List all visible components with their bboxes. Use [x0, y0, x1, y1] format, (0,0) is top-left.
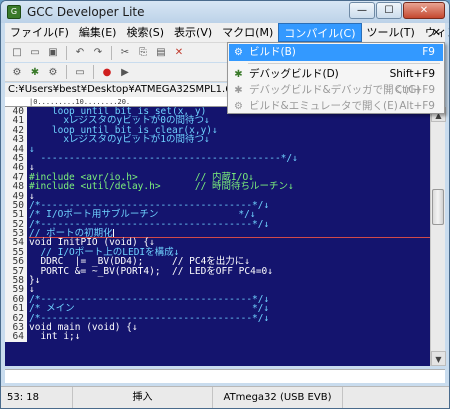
bug-icon: ✱ [234, 69, 243, 80]
play-icon[interactable]: ▶ [117, 65, 133, 80]
window-title: GCC Developer Lite [27, 5, 145, 19]
settings-icon[interactable]: ⚙ [45, 65, 61, 80]
window-controls: — ☐ ✕ [349, 2, 445, 19]
redo-icon[interactable]: ↷ [90, 45, 106, 60]
gear-icon: ⚙ [234, 101, 243, 112]
line-number: 64 [5, 332, 27, 342]
code-text: PORTC &= ~_BV(PORT4); // LEDをOFF PC4=0↓ [29, 265, 273, 277]
title-bar[interactable]: G GCC Developer Lite — ☐ ✕ [1, 1, 449, 23]
code-line[interactable]: 43 xレジスタのyビットが1の間待つ↓ [5, 134, 430, 146]
menu-item-label: ビルド&エミュレータで開く(E) [249, 100, 398, 112]
document-close-icon[interactable]: ✕ [432, 26, 441, 39]
new-file-icon[interactable]: □ [9, 45, 25, 60]
code-editor[interactable]: 40 loop_until_bit_is_set(x, y) 41 xレジスタのy… [5, 107, 430, 366]
menu-compile[interactable]: コンパイル(C) [278, 23, 362, 42]
toolbar-separator [66, 65, 67, 79]
compile-menu: ⚙ ビルド(B) F9 ✱ デバッグビルド(D) Shift+F9 ✱ デバッグ… [227, 42, 445, 114]
menu-item-shortcut: Ctrl+F9 [394, 84, 435, 96]
menu-item-build[interactable]: ⚙ ビルド(B) F9 [229, 44, 443, 61]
toolbar-separator [93, 65, 94, 79]
app-icon: G [7, 5, 21, 19]
open-folder-icon[interactable]: ▭ [27, 45, 43, 60]
menu-separator [248, 63, 440, 64]
maximize-button[interactable]: ☐ [376, 2, 402, 19]
code-text: int i;↓ [29, 331, 81, 343]
code-text: #include <util/delay.h> // 時間待ちルーチン↓ [29, 181, 294, 193]
code-line[interactable]: 58}↓ [5, 276, 430, 285]
bug-icon: ✱ [234, 85, 243, 96]
menu-item-debug-build-open: ✱ デバッグビルド&デバッガで開く(G) Ctrl+F9 [229, 82, 443, 99]
code-line[interactable]: 64 int i;↓ [5, 331, 430, 343]
gear-icon: ⚙ [234, 47, 243, 58]
target-device: ATmega32 (USB EVB) [213, 387, 343, 408]
menu-macro[interactable]: マクロ(M) [217, 23, 278, 42]
code-line[interactable]: 57 PORTC &= ~_BV(PORT4); // LEDをOFF PC4=… [5, 265, 430, 277]
copy-icon[interactable]: ⎘ [135, 45, 151, 60]
app-window: G GCC Developer Lite — ☐ ✕ ファイル(F) 編集(E)… [0, 0, 450, 409]
gear-icon[interactable]: ⚙ [9, 65, 25, 80]
chip-icon[interactable]: ▭ [72, 65, 88, 80]
undo-icon[interactable]: ↶ [72, 45, 88, 60]
record-icon[interactable]: ● [99, 65, 115, 80]
menu-tools[interactable]: ツール(T) [362, 23, 420, 42]
menu-search[interactable]: 検索(S) [121, 23, 169, 42]
menu-item-shortcut: Alt+F9 [399, 100, 435, 112]
scroll-down-icon[interactable]: ▼ [431, 351, 446, 366]
code-line[interactable]: 48 #include <util/delay.h> // 時間待ちルーチン↓ [5, 181, 430, 193]
save-icon[interactable]: ▣ [45, 45, 61, 60]
paste-icon[interactable]: ▤ [153, 45, 169, 60]
menu-item-shortcut: Shift+F9 [389, 68, 435, 80]
code-text: ----------------------------------------… [29, 152, 298, 164]
bug-icon[interactable]: ✱ [27, 65, 43, 80]
cut-icon[interactable]: ✂ [117, 45, 133, 60]
menu-file[interactable]: ファイル(F) [5, 23, 74, 42]
vertical-scrollbar[interactable]: ▲ ▼ [430, 107, 446, 366]
menu-item-shortcut: F9 [422, 46, 435, 58]
status-bar: 53: 18 挿入 ATmega32 (USB EVB) [1, 386, 449, 408]
code-line[interactable]: 45 -------------------------------------… [5, 152, 430, 164]
menu-edit[interactable]: 編集(E) [74, 23, 122, 42]
menu-item-label: ビルド(B) [249, 46, 296, 58]
code-text: xレジスタのyビットが1の間待つ↓ [29, 134, 210, 146]
minimize-button[interactable]: — [349, 2, 375, 19]
output-pane[interactable] [5, 369, 445, 383]
insert-mode: 挿入 [73, 387, 213, 408]
cursor-position: 53: 18 [1, 387, 73, 408]
delete-icon[interactable]: ✕ [171, 45, 187, 60]
menu-item-label: デバッグビルド(D) [249, 68, 339, 80]
toolbar-separator [66, 45, 67, 60]
menu-item-build-emulator: ⚙ ビルド&エミュレータで開く(E) Alt+F9 [229, 98, 443, 115]
scroll-thumb[interactable] [432, 189, 444, 225]
menu-item-debug-build[interactable]: ✱ デバッグビルド(D) Shift+F9 [229, 66, 443, 83]
menu-bar: ファイル(F) 編集(E) 検索(S) 表示(V) マクロ(M) コンパイル(C… [5, 23, 449, 43]
toolbar-separator [111, 45, 112, 60]
close-button[interactable]: ✕ [403, 2, 445, 19]
menu-view[interactable]: 表示(V) [169, 23, 217, 42]
